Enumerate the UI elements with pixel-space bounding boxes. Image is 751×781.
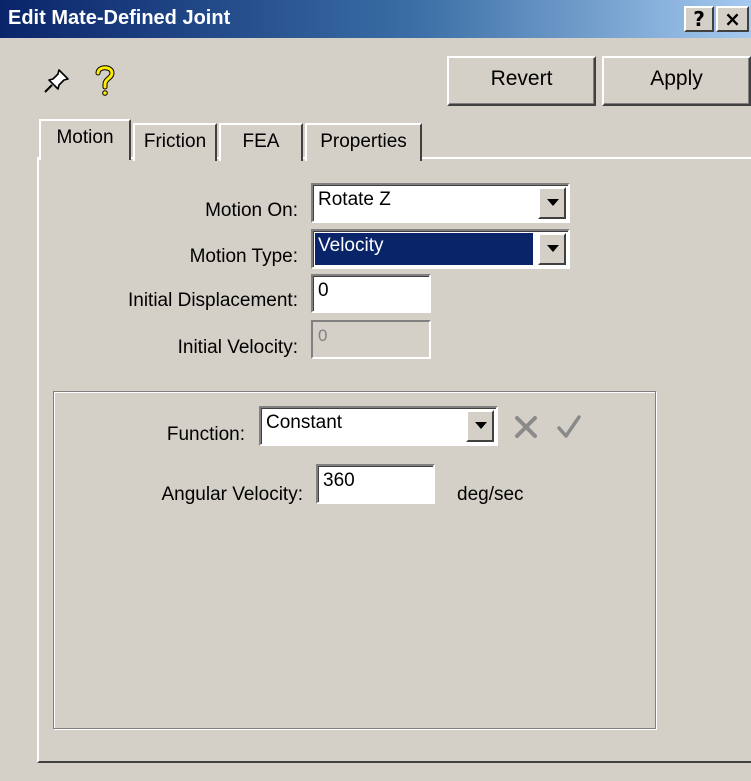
checkmark-icon[interactable] (556, 414, 582, 440)
close-button[interactable]: × (716, 6, 749, 32)
tab-fea[interactable]: FEA (219, 123, 303, 161)
apply-button[interactable]: Apply (602, 56, 751, 106)
motion-on-dropdown-button[interactable] (538, 187, 566, 219)
initial-displacement-value: 0 (318, 280, 329, 301)
motion-type-dropdown-button[interactable] (538, 233, 566, 265)
initial-displacement-label: Initial Displacement: (127, 290, 298, 311)
revert-label: Revert (490, 67, 553, 90)
motion-type-label: Motion Type: (189, 246, 298, 267)
revert-button[interactable]: Revert (447, 56, 596, 106)
function-dropdown-button[interactable] (466, 410, 494, 442)
chevron-down-icon (475, 422, 487, 429)
function-select[interactable]: Constant (259, 406, 498, 446)
function-value: Constant (266, 412, 343, 433)
tab-motion-label: Motion (56, 127, 114, 148)
motion-on-value: Rotate Z (318, 189, 391, 210)
motion-type-select[interactable]: Velocity (311, 229, 570, 269)
initial-velocity-input: 0 (311, 320, 431, 359)
pushpin-icon[interactable] (42, 66, 72, 96)
initial-displacement-input[interactable]: 0 (311, 274, 431, 313)
title-bar[interactable]: Edit Mate-Defined Joint ? × (0, 0, 751, 38)
tab-motion[interactable]: Motion (39, 119, 131, 160)
question-mark-icon[interactable] (92, 62, 118, 98)
close-icon: × (724, 7, 741, 31)
motion-on-label: Motion On: (205, 200, 298, 221)
angular-velocity-value: 360 (323, 470, 355, 491)
motion-type-value: Velocity (318, 235, 384, 256)
chevron-down-icon (547, 199, 559, 206)
angular-velocity-unit: deg/sec (457, 484, 524, 505)
window-title: Edit Mate-Defined Joint (8, 7, 231, 29)
apply-label: Apply (650, 67, 703, 90)
function-label: Function: (166, 424, 245, 445)
help-glyph: ? (693, 7, 705, 31)
help-button[interactable]: ? (684, 6, 714, 32)
cancel-x-icon[interactable] (513, 414, 539, 440)
motion-on-select[interactable]: Rotate Z (311, 183, 570, 223)
angular-velocity-label: Angular Velocity: (161, 484, 303, 505)
initial-velocity-label: Initial Velocity: (177, 337, 298, 358)
chevron-down-icon (547, 245, 559, 252)
tab-fea-label: FEA (242, 131, 280, 152)
initial-velocity-value: 0 (318, 326, 328, 345)
tab-friction-label: Friction (143, 131, 207, 152)
angular-velocity-input[interactable]: 360 (316, 464, 435, 504)
tab-friction[interactable]: Friction (133, 123, 217, 161)
tab-properties-label: Properties (320, 131, 407, 152)
tab-properties[interactable]: Properties (305, 123, 422, 161)
